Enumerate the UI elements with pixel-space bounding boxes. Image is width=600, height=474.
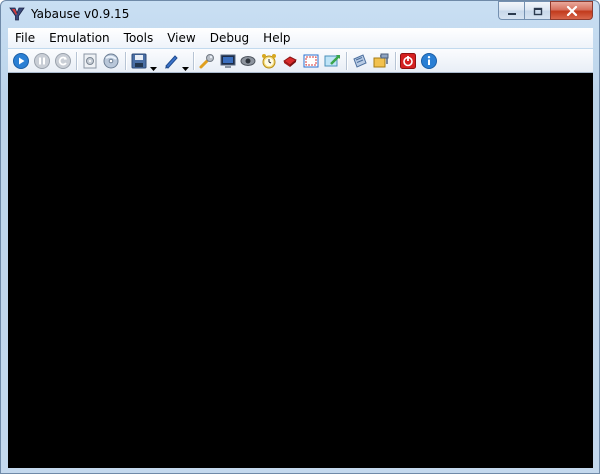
minimize-icon [507,1,517,20]
menu-help[interactable]: Help [256,28,297,48]
about-icon[interactable] [420,52,438,70]
open-cd-icon[interactable] [102,52,120,70]
menu-file[interactable]: File [8,28,42,48]
emulator-display[interactable] [8,73,593,468]
load-state-dropdown-icon[interactable] [182,57,189,71]
menu-bar: File Emulation Tools View Debug Help [8,28,593,48]
window-title: Yabause v0.9.15 [31,7,130,21]
run-icon[interactable] [12,52,30,70]
toolbar-separator [193,52,194,70]
backup-ram-icon[interactable] [351,52,369,70]
minimize-button[interactable] [498,1,524,20]
memory-editor-icon[interactable] [281,52,299,70]
reset-icon[interactable] [54,52,72,70]
settings-icon[interactable] [198,52,216,70]
menu-tools[interactable]: Tools [117,28,161,48]
patch-icon[interactable] [372,52,390,70]
screenshot-icon[interactable] [219,52,237,70]
quit-icon[interactable] [399,52,417,70]
save-state-icon[interactable] [130,52,148,70]
toolbar-separator [76,52,77,70]
pause-icon[interactable] [33,52,51,70]
toolbar [8,49,593,73]
caption-buttons [498,1,593,20]
close-icon [566,1,578,20]
maximize-button[interactable] [524,1,550,20]
save-state-dropdown-icon[interactable] [150,57,157,71]
open-iso-icon[interactable] [81,52,99,70]
toolbar-separator [125,52,126,70]
toolbar-separator [346,52,347,70]
close-button[interactable] [550,1,593,20]
frame-limiter-icon[interactable] [260,52,278,70]
transfer-icon[interactable] [323,52,341,70]
menu-emulation[interactable]: Emulation [42,28,117,48]
yabause-logo-icon [9,6,25,22]
load-state-icon[interactable] [162,52,180,70]
fullscreen-icon[interactable] [302,52,320,70]
maximize-icon [533,1,543,20]
title-bar[interactable]: Yabause v0.9.15 [1,1,599,27]
main-window: Yabause v0.9.15 File Emulation Tools Vie… [0,0,600,474]
cheats-icon[interactable] [239,52,257,70]
toolbar-separator [395,52,396,70]
menu-view[interactable]: View [160,28,202,48]
menu-debug[interactable]: Debug [203,28,256,48]
